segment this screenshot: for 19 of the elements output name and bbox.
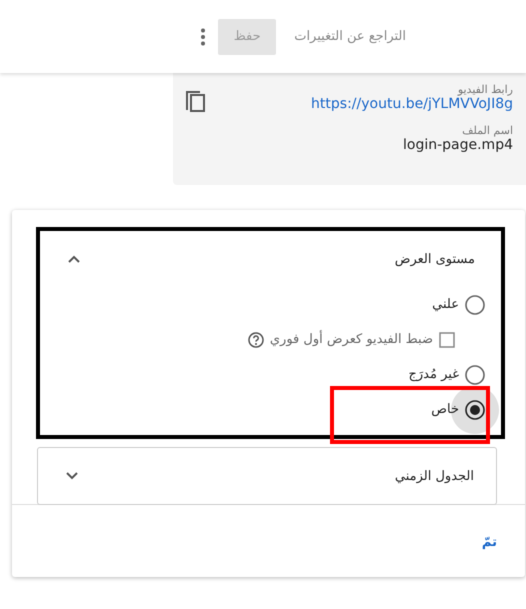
section-title[interactable]: مستوى العرض <box>394 252 475 266</box>
option-label: خاص <box>431 402 459 417</box>
video-link[interactable]: https://youtu.be/jYLMVVoJI8g <box>311 96 513 112</box>
field-label: رابط الفيديو <box>458 83 513 96</box>
option-label: علني <box>432 297 459 312</box>
radio-button[interactable] <box>465 294 485 314</box>
done-button[interactable]: تمّ <box>482 535 497 550</box>
chevron-up-icon[interactable] <box>68 255 80 263</box>
option-label: غير مُدرَج <box>408 367 459 382</box>
revert-button[interactable]: التراجع عن التغييرات <box>294 29 406 44</box>
file-name: login-page.mp4 <box>402 137 513 153</box>
radio-button[interactable] <box>465 400 485 420</box>
field-label: اسم الملف <box>462 124 513 137</box>
option-label: ضبط الفيديو كعرض أول فوري <box>270 332 433 347</box>
radio-button[interactable] <box>465 364 485 384</box>
section-title[interactable]: الجدول الزمني <box>394 468 474 484</box>
copy-icon[interactable] <box>186 91 206 113</box>
chevron-down-icon[interactable] <box>66 472 78 480</box>
more-icon[interactable] <box>200 28 206 46</box>
